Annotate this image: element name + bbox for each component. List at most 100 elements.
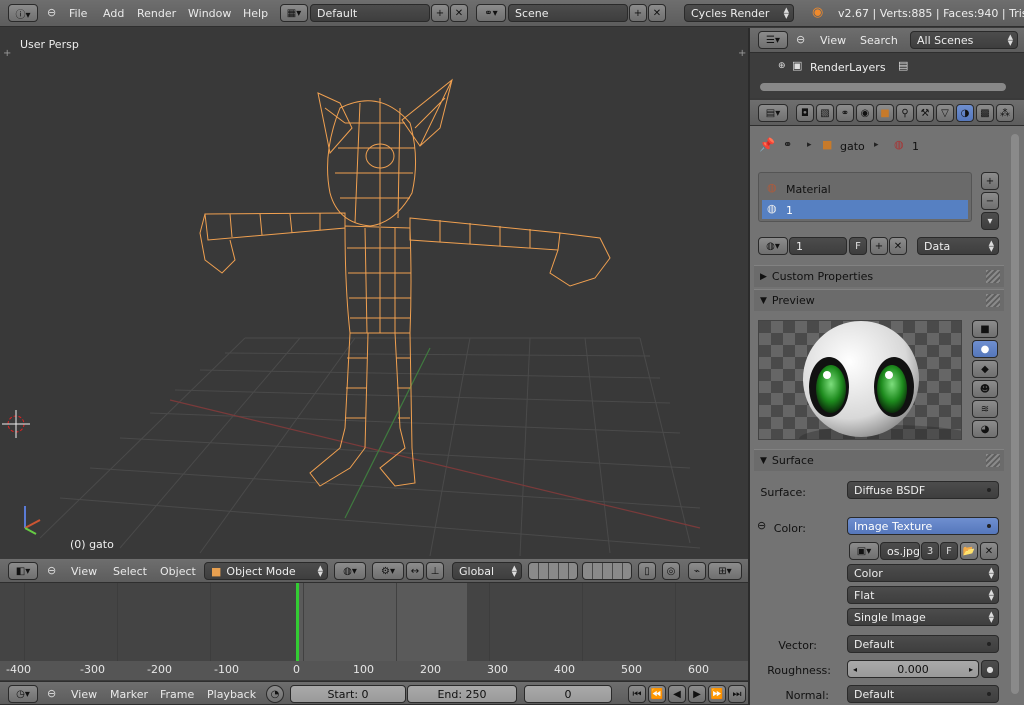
pin-icon[interactable]: 📌: [759, 138, 775, 153]
slider-right-arrow-icon[interactable]: ▸: [969, 665, 973, 674]
menu-select[interactable]: Select: [113, 565, 147, 578]
screen-layout-field[interactable]: Default: [310, 4, 430, 22]
image-source-dropdown[interactable]: Single Image ▲ ▼: [847, 608, 999, 626]
remove-slot-icon[interactable]: −: [981, 192, 999, 210]
collapse-menu-icon[interactable]: ⊖: [796, 33, 805, 46]
snap-element-button[interactable]: ⊞▾: [708, 562, 742, 580]
render-preview-icon[interactable]: ◎: [662, 562, 680, 580]
tab-render-layers-icon[interactable]: ▧: [816, 104, 834, 122]
preview-cube-icon[interactable]: ◆: [972, 360, 998, 378]
slider-left-arrow-icon[interactable]: ◂: [853, 665, 857, 674]
image-users-button[interactable]: 3: [921, 542, 939, 560]
menu-playback[interactable]: Playback: [207, 688, 256, 701]
panel-drag-handle[interactable]: [986, 270, 1000, 283]
editor-type-info-button[interactable]: ⓘ▾: [8, 4, 38, 22]
menu-marker[interactable]: Marker: [110, 688, 148, 701]
new-material-icon[interactable]: +: [870, 237, 888, 255]
manipulator-toggle[interactable]: ↔: [406, 562, 424, 580]
scene-field[interactable]: Scene: [508, 4, 628, 22]
color-node-field[interactable]: Image Texture: [847, 517, 999, 535]
unlink-material-icon[interactable]: ✕: [889, 237, 907, 255]
vector-field[interactable]: Default: [847, 635, 999, 653]
material-name-field[interactable]: 1: [789, 237, 847, 255]
outliner-tree[interactable]: ⊕ ▣ RenderLayers ▤: [750, 53, 1024, 98]
tab-world-icon[interactable]: ◉: [856, 104, 874, 122]
collapse-menu-icon[interactable]: ⊖: [47, 6, 56, 19]
menu-frame[interactable]: Frame: [160, 688, 194, 701]
panel-preview[interactable]: ▼ Preview: [754, 289, 1004, 311]
expand-icon[interactable]: ⊕: [778, 61, 786, 71]
fake-user-button[interactable]: F: [849, 237, 867, 255]
image-name-field[interactable]: os.jpg: [880, 542, 920, 560]
remove-screen-icon[interactable]: ✕: [450, 4, 468, 22]
menu-add[interactable]: Add: [103, 7, 124, 20]
menu-view[interactable]: View: [71, 565, 97, 578]
menu-search[interactable]: Search: [860, 34, 898, 47]
orientation-dropdown[interactable]: Global ▲ ▼: [452, 562, 522, 580]
snap-toggle-icon[interactable]: ⌁: [688, 562, 706, 580]
add-screen-icon[interactable]: +: [431, 4, 449, 22]
outliner-filter-dropdown[interactable]: All Scenes ▲ ▼: [910, 31, 1018, 49]
editor-type-outliner-button[interactable]: ☰▾: [758, 31, 788, 49]
screen-layout-icon[interactable]: ▦▾: [280, 4, 308, 22]
unlink-image-icon[interactable]: ✕: [980, 542, 998, 560]
current-frame-indicator[interactable]: [296, 583, 299, 663]
jump-end-icon[interactable]: ⏭: [728, 685, 746, 703]
lock-camera-icon[interactable]: ▯: [638, 562, 656, 580]
layers-grid-right[interactable]: [582, 562, 632, 580]
material-slot-1[interactable]: 1: [786, 204, 793, 217]
preview-monkey-icon[interactable]: ☻: [972, 380, 998, 398]
panel-drag-handle[interactable]: [986, 294, 1000, 307]
menu-file[interactable]: File: [69, 7, 87, 20]
tab-render-icon[interactable]: ◘: [796, 104, 814, 122]
viewport-shading-button[interactable]: ◍▾: [334, 562, 366, 580]
menu-view[interactable]: View: [820, 34, 846, 47]
preview-sphere-sky-icon[interactable]: ◕: [972, 420, 998, 438]
tab-texture-icon[interactable]: ▩: [976, 104, 994, 122]
panel-custom-properties[interactable]: ▶ Custom Properties: [754, 265, 1004, 287]
tab-data-icon[interactable]: ▽: [936, 104, 954, 122]
panel-surface[interactable]: ▼ Surface: [754, 449, 1004, 471]
remove-scene-icon[interactable]: ✕: [648, 4, 666, 22]
layers-grid-left[interactable]: [528, 562, 578, 580]
start-frame-field[interactable]: Start: 0: [290, 685, 406, 703]
link-dropdown[interactable]: Data ▲ ▼: [917, 237, 999, 255]
menu-help[interactable]: Help: [243, 7, 268, 20]
outliner-item-renderlayers[interactable]: RenderLayers: [810, 61, 886, 74]
material-slot-0[interactable]: Material: [786, 183, 831, 196]
slot-specials-icon[interactable]: ▾: [981, 212, 999, 230]
current-frame-field[interactable]: 0: [524, 685, 612, 703]
render-engine-dropdown[interactable]: Cycles Render ▲ ▼: [684, 4, 794, 22]
projection-dropdown[interactable]: Flat ▲ ▼: [847, 586, 999, 604]
roughness-socket-button[interactable]: ●: [981, 660, 999, 678]
transform-axis-button[interactable]: ⊥: [426, 562, 444, 580]
jump-start-icon[interactable]: ⏮: [628, 685, 646, 703]
jump-keyframe-back-icon[interactable]: ⏪: [648, 685, 666, 703]
add-scene-icon[interactable]: +: [629, 4, 647, 22]
open-image-icon[interactable]: 📂: [960, 542, 978, 560]
color-space-dropdown[interactable]: Color ▲ ▼: [847, 564, 999, 582]
plus-widget-icon[interactable]: +: [3, 48, 11, 59]
image-fake-user-button[interactable]: F: [940, 542, 958, 560]
collapse-menu-icon[interactable]: ⊖: [47, 687, 56, 700]
menu-render[interactable]: Render: [137, 7, 176, 20]
panel-drag-handle[interactable]: [986, 454, 1000, 467]
editor-type-timeline-button[interactable]: ◷▾: [8, 685, 38, 703]
tab-particles-icon[interactable]: ⁂: [996, 104, 1014, 122]
pivot-point-button[interactable]: ⚙▾: [372, 562, 404, 580]
tab-material-icon[interactable]: ◑: [956, 104, 974, 122]
menu-view[interactable]: View: [71, 688, 97, 701]
tab-object-icon[interactable]: ■: [876, 104, 894, 122]
editor-type-3d-button[interactable]: ◧▾: [8, 562, 38, 580]
preview-range-icon[interactable]: ◔: [266, 685, 284, 703]
menu-window[interactable]: Window: [188, 7, 231, 20]
outliner-scrollbar[interactable]: [760, 83, 1006, 91]
material-browse-icon[interactable]: ◍▾: [758, 237, 788, 255]
tab-modifiers-icon[interactable]: ⚒: [916, 104, 934, 122]
tab-constraints-icon[interactable]: ⚲: [896, 104, 914, 122]
normal-field[interactable]: Default: [847, 685, 999, 703]
3d-viewport[interactable]: User Persp (0) gato + +: [0, 28, 748, 558]
play-reverse-icon[interactable]: ◀: [668, 685, 686, 703]
menu-object[interactable]: Object: [160, 565, 196, 578]
editor-type-properties-button[interactable]: ▤▾: [758, 104, 788, 122]
